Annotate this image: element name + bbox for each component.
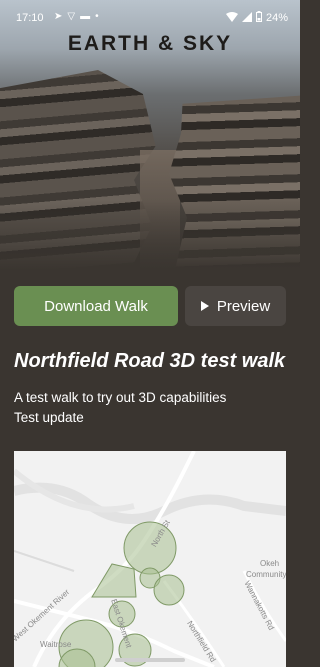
map-poi[interactable] — [123, 521, 177, 575]
brand-logo: EARTH & SKY — [67, 32, 233, 55]
play-icon — [200, 298, 209, 315]
walk-title: Northfield Road 3D test walk — [14, 350, 286, 372]
map-canvas — [14, 451, 286, 667]
status-time: 17:10 — [16, 12, 44, 24]
map-label-okehampton: Okeh — [260, 559, 280, 568]
download-walk-label: Download Walk — [44, 297, 148, 315]
preview-button[interactable]: Preview — [185, 286, 286, 326]
more-notifications-icon: • — [95, 11, 104, 22]
battery-icon — [255, 11, 262, 25]
wifi-icon — [225, 11, 238, 25]
notification-icons: ➤▽▬• — [54, 11, 104, 22]
vpn-icon: ▽ — [67, 11, 81, 22]
status-bar: 17:10 ➤▽▬• 24% — [0, 0, 300, 36]
signal-icon — [241, 11, 252, 25]
battery-percent: 24% — [265, 12, 288, 24]
download-walk-button[interactable]: Download Walk — [14, 286, 178, 326]
system-icons: 24% — [225, 11, 288, 25]
map-label-waitrose: Waitrose — [40, 640, 72, 649]
walk-description: A test walk to try out 3D capabilities T… — [14, 388, 286, 428]
hero-fade — [0, 200, 300, 270]
map-poi[interactable] — [153, 574, 185, 606]
map-label-community: Community — [246, 570, 286, 579]
mail-icon: ▬ — [80, 11, 96, 22]
map-area[interactable] — [91, 563, 137, 598]
walk-map[interactable]: North St West Okement River Waitrose Eas… — [14, 451, 286, 667]
preview-label: Preview — [216, 297, 271, 315]
gesture-home-bar[interactable] — [115, 658, 185, 662]
description-line-1: A test walk to try out 3D capabilities — [14, 390, 227, 405]
description-line-2: Test update — [14, 410, 84, 425]
telegram-icon: ➤ — [54, 11, 68, 22]
